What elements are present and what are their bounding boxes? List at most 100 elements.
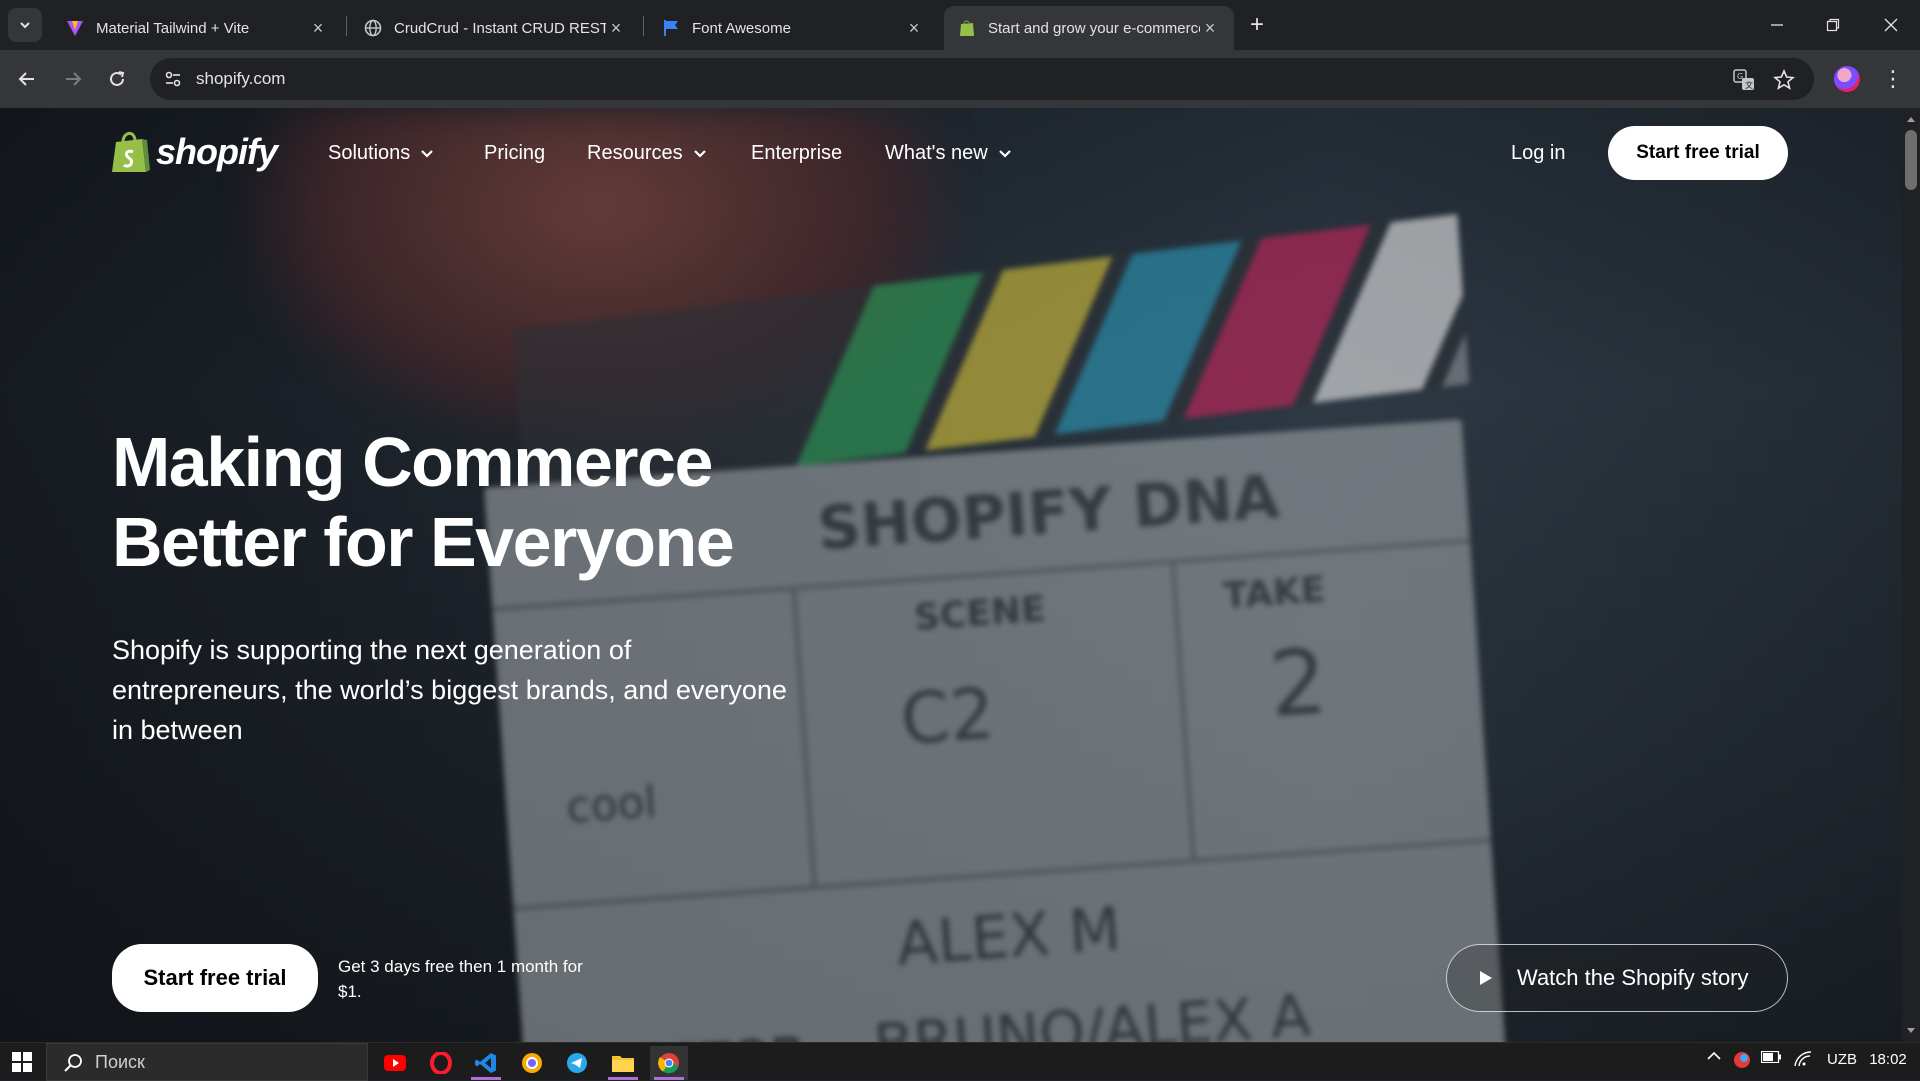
page-scrollbar[interactable] xyxy=(1902,108,1920,1042)
telegram-app-icon[interactable] xyxy=(558,1046,596,1080)
minimize-icon xyxy=(1771,24,1783,26)
shopify-homepage: SHOPIFY DNA SCENE C2 TAKE 2 cool ALEX M … xyxy=(0,108,1902,1042)
hero-title-line: Better for Everyone xyxy=(112,503,735,581)
board-scene-value: C2 xyxy=(898,672,998,761)
board-take-label: TAKE xyxy=(1221,569,1327,618)
logo-text: shopify xyxy=(156,131,278,172)
flag-icon xyxy=(662,19,680,37)
close-tab-icon[interactable]: × xyxy=(308,18,328,38)
file-explorer-app-icon[interactable] xyxy=(604,1046,642,1080)
tab-separator xyxy=(643,16,644,36)
tab-shopify[interactable]: Start and grow your e-commerce × xyxy=(944,6,1234,50)
close-window-button[interactable] xyxy=(1876,10,1906,40)
chrome-app-icon[interactable] xyxy=(650,1046,688,1080)
site-header: shopify Solutions Pricing Resources Ente… xyxy=(0,108,1902,198)
chevron-down-icon xyxy=(420,149,434,159)
windows-start-button[interactable] xyxy=(8,1051,36,1073)
back-button[interactable] xyxy=(12,64,42,94)
scroll-thumb[interactable] xyxy=(1905,130,1917,190)
board-name-1: ALEX M xyxy=(894,894,1124,980)
windows-taskbar: Поиск UZB 18:02 xyxy=(0,1042,1920,1081)
nav-label: Resources xyxy=(587,142,683,164)
site-info-button[interactable] xyxy=(160,66,186,92)
reload-icon xyxy=(110,71,125,86)
tune-icon xyxy=(165,71,181,87)
forward-button[interactable] xyxy=(58,64,88,94)
board-title: SHOPIFY DNA xyxy=(815,462,1282,565)
browser-menu-icon[interactable]: ⋮ xyxy=(1880,64,1906,94)
close-tab-icon[interactable]: × xyxy=(904,18,924,38)
browser-toolbar: shopify.com G文 ⋮ xyxy=(0,50,1920,108)
shopify-logo[interactable]: shopify xyxy=(112,130,278,174)
nav-label: Pricing xyxy=(484,142,546,164)
chevron-down-icon xyxy=(20,22,30,29)
nav-label: What's new xyxy=(885,142,988,164)
board-take-value: 2 xyxy=(1266,629,1331,739)
antivirus-tray-icon[interactable] xyxy=(1732,1051,1752,1069)
arrow-right-icon xyxy=(66,72,82,86)
watch-story-label: Watch the Shopify story xyxy=(1517,965,1749,990)
language-indicator[interactable]: UZB xyxy=(1824,1051,1860,1068)
taskbar-search[interactable]: Поиск xyxy=(46,1043,368,1081)
shopify-bag-icon xyxy=(958,19,976,37)
bookmark-star-icon[interactable] xyxy=(1772,68,1796,92)
nav-label: Solutions xyxy=(328,142,411,164)
chevron-down-icon xyxy=(998,149,1012,159)
reload-button[interactable] xyxy=(102,64,132,94)
nav-solutions[interactable]: Solutions xyxy=(328,142,434,165)
browser-tab-strip: Material Tailwind + Vite × CrudCrud - In… xyxy=(0,0,1920,50)
watch-story-button[interactable]: Watch the Shopify story xyxy=(1446,944,1788,1012)
restore-button[interactable] xyxy=(1818,10,1848,40)
profile-avatar[interactable] xyxy=(1834,66,1860,92)
nav-whats-new[interactable]: What's new xyxy=(885,142,1012,165)
tab-font-awesome[interactable]: Font Awesome × xyxy=(648,6,938,50)
nav-enterprise[interactable]: Enterprise xyxy=(751,142,842,165)
minimize-button[interactable] xyxy=(1762,10,1792,40)
scroll-down-icon[interactable] xyxy=(1906,1026,1916,1036)
tray-overflow-icon[interactable] xyxy=(1704,1051,1724,1061)
header-start-trial-button[interactable]: Start free trial xyxy=(1608,126,1788,180)
tab-title: Start and grow your e-commerce xyxy=(988,19,1200,37)
hero-title-line: Making Commerce xyxy=(112,423,713,501)
nav-pricing[interactable]: Pricing xyxy=(484,142,545,165)
close-tab-icon[interactable]: × xyxy=(606,18,626,38)
windows-logo-icon xyxy=(12,1052,32,1072)
address-bar[interactable]: shopify.com G文 xyxy=(150,58,1814,100)
board-prod-text: cool xyxy=(564,776,659,834)
arrow-left-icon xyxy=(18,72,34,86)
board-line xyxy=(513,838,1492,911)
chevron-down-icon xyxy=(693,149,707,159)
url-text[interactable]: shopify.com xyxy=(196,69,285,89)
svg-text:文: 文 xyxy=(1745,80,1753,90)
new-tab-button[interactable]: + xyxy=(1244,11,1270,38)
shopify-bag-icon xyxy=(112,132,150,172)
nav-resources[interactable]: Resources xyxy=(587,142,707,165)
hero-subtitle: Shopify is supporting the next generatio… xyxy=(112,635,787,745)
tab-crudcrud[interactable]: CrudCrud - Instant CRUD REST × xyxy=(350,6,640,50)
restore-icon xyxy=(1826,18,1840,32)
vscode-app-icon[interactable] xyxy=(467,1046,505,1080)
wifi-icon[interactable] xyxy=(1792,1051,1814,1067)
board-line xyxy=(1170,559,1196,860)
globe-icon xyxy=(364,19,382,37)
tab-separator xyxy=(346,16,347,36)
login-link[interactable]: Log in xyxy=(1511,142,1566,165)
search-icon xyxy=(63,1053,83,1078)
tab-title: Material Tailwind + Vite xyxy=(96,19,250,37)
board-scene-label: SCENE xyxy=(912,588,1047,639)
hero-start-trial-button[interactable]: Start free trial xyxy=(112,944,318,1012)
translate-icon[interactable]: G文 xyxy=(1732,68,1756,92)
vite-icon xyxy=(66,19,84,37)
clock[interactable]: 18:02 xyxy=(1866,1051,1910,1068)
youtube-app-icon[interactable] xyxy=(376,1046,414,1080)
chrome-canary-app-icon[interactable] xyxy=(513,1046,551,1080)
tab-material-tailwind[interactable]: Material Tailwind + Vite × xyxy=(52,6,342,50)
opera-app-icon[interactable] xyxy=(422,1046,460,1080)
scroll-up-icon[interactable] xyxy=(1906,114,1916,124)
tab-search-button[interactable] xyxy=(8,8,42,42)
taskbar-search-placeholder: Поиск xyxy=(95,1052,145,1072)
close-tab-icon[interactable]: × xyxy=(1200,18,1220,38)
close-icon xyxy=(1884,18,1898,32)
battery-icon[interactable] xyxy=(1760,1051,1782,1063)
svg-text:G: G xyxy=(1737,72,1743,81)
